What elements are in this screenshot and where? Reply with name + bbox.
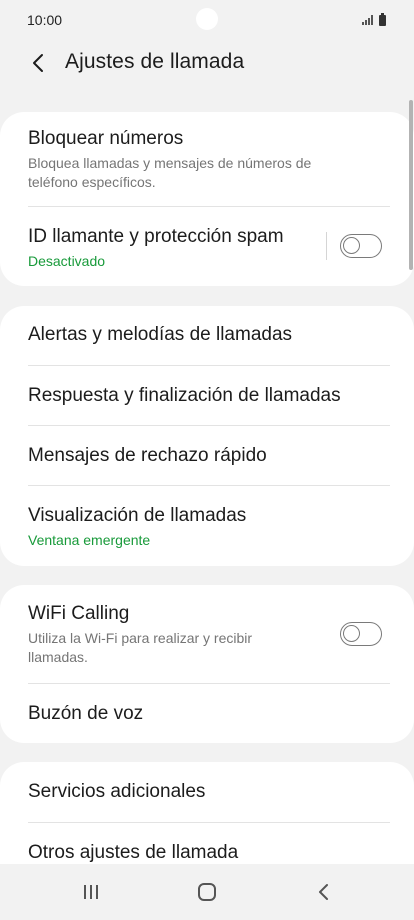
recent-apps-icon[interactable] (80, 880, 102, 904)
setting-title: Servicios adicionales (28, 781, 206, 802)
back-arrow-icon[interactable] (28, 52, 48, 74)
signal-icon (362, 15, 373, 25)
app-header: Ajustes de llamada (0, 40, 414, 86)
vertical-separator (326, 232, 327, 260)
setting-title: Visualización de llamadas (28, 505, 247, 526)
setting-title: Respuesta y finalización de llamadas (28, 385, 341, 406)
setting-title: WiFi Calling (28, 603, 130, 624)
setting-alerts-ringtones[interactable]: Alertas y melodías de llamadas (0, 324, 414, 346)
toggle-knob (343, 237, 360, 254)
setting-subtitle: Utiliza la Wi-Fi para realizar y recibir… (28, 630, 253, 665)
status-time: 10:00 (27, 12, 63, 28)
scrollbar[interactable] (409, 100, 413, 270)
setting-status: Ventana emergente (28, 532, 151, 548)
setting-answer-end-calls[interactable]: Respuesta y finalización de llamadas (0, 385, 414, 407)
setting-additional-services[interactable]: Servicios adicionales (0, 781, 414, 803)
settings-card-blocking: Bloquear números Bloquea llamadas y mens… (0, 112, 414, 286)
setting-quick-decline-messages[interactable]: Mensajes de rechazo rápido (0, 445, 414, 467)
setting-status: Desactivado (28, 253, 106, 269)
toggle-knob (343, 625, 360, 642)
home-icon[interactable] (196, 880, 218, 904)
setting-call-display[interactable]: Visualización de llamadas Ventana emerge… (0, 505, 414, 550)
wifi-calling-toggle[interactable] (340, 622, 382, 646)
setting-other-call-settings[interactable]: Otros ajustes de llamada (0, 842, 414, 864)
page-title: Ajustes de llamada (65, 50, 245, 73)
divider (28, 683, 390, 684)
settings-list[interactable]: Bloquear números Bloquea llamadas y mens… (0, 100, 414, 864)
setting-title: Otros ajustes de llamada (28, 842, 239, 863)
status-icons (362, 12, 386, 26)
divider (28, 365, 390, 366)
setting-title: Mensajes de rechazo rápido (28, 445, 267, 466)
battery-icon (379, 12, 386, 26)
navigation-bar (0, 864, 414, 920)
settings-card-more: Servicios adicionales Otros ajustes de l… (0, 762, 414, 864)
setting-subtitle: Bloquea llamadas y mensajes de números d… (28, 155, 312, 190)
back-nav-icon[interactable] (314, 880, 332, 904)
divider (28, 425, 390, 426)
divider (28, 822, 390, 823)
setting-title: ID llamante y protección spam (28, 226, 284, 247)
setting-title: Bloquear números (28, 128, 184, 149)
divider (28, 206, 390, 207)
camera-cutout (196, 8, 218, 30)
caller-id-spam-toggle[interactable] (340, 234, 382, 258)
divider (28, 485, 390, 486)
setting-block-numbers[interactable]: Bloquear números Bloquea llamadas y mens… (0, 128, 414, 208)
setting-title: Alertas y melodías de llamadas (28, 324, 293, 345)
settings-card-wifi-voicemail: WiFi Calling Utiliza la Wi-Fi para reali… (0, 585, 414, 743)
setting-voicemail[interactable]: Buzón de voz (0, 703, 414, 725)
setting-title: Buzón de voz (28, 703, 144, 724)
settings-card-calls: Alertas y melodías de llamadas Respuesta… (0, 306, 414, 566)
